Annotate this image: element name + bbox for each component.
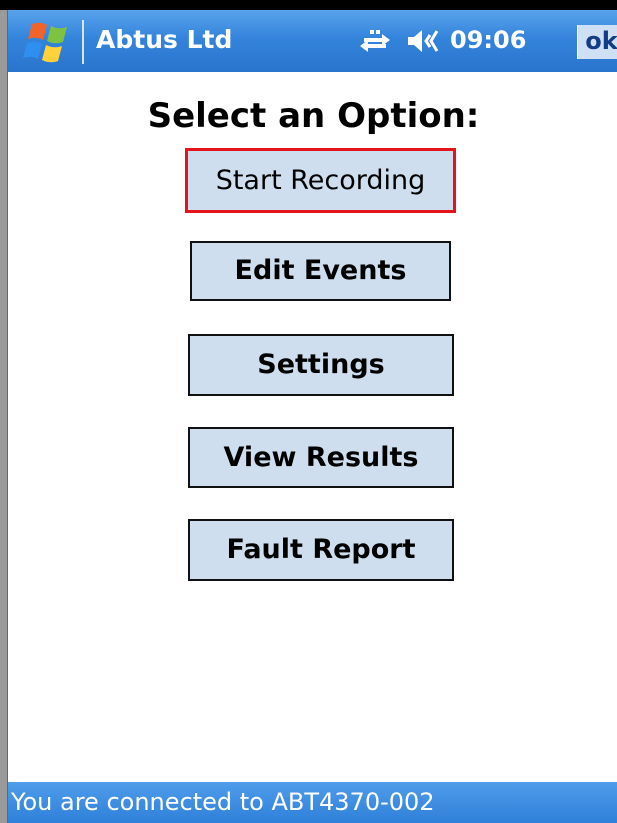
- volume-icon[interactable]: [406, 26, 444, 56]
- view-results-button[interactable]: View Results: [188, 427, 454, 488]
- page-title: Select an Option:: [147, 96, 480, 136]
- start-button[interactable]: [22, 18, 78, 68]
- ok-button[interactable]: ok: [577, 25, 617, 59]
- fault-report-button[interactable]: Fault Report: [188, 519, 454, 581]
- edit-events-button[interactable]: Edit Events: [190, 241, 451, 301]
- app-title: Abtus Ltd: [96, 25, 233, 54]
- title-separator: [82, 20, 84, 64]
- start-recording-button[interactable]: Start Recording: [185, 148, 456, 213]
- windows-start-icon: [23, 22, 67, 63]
- status-bar: You are connected to ABT4370-002: [8, 782, 617, 823]
- window-left-border: [0, 10, 8, 823]
- clock: 09:06: [450, 26, 527, 54]
- device-top-bezel: [0, 0, 617, 10]
- title-bar: Abtus Ltd 09:06 ok: [8, 10, 617, 72]
- settings-button[interactable]: Settings: [188, 334, 454, 396]
- connectivity-icon[interactable]: [358, 26, 392, 56]
